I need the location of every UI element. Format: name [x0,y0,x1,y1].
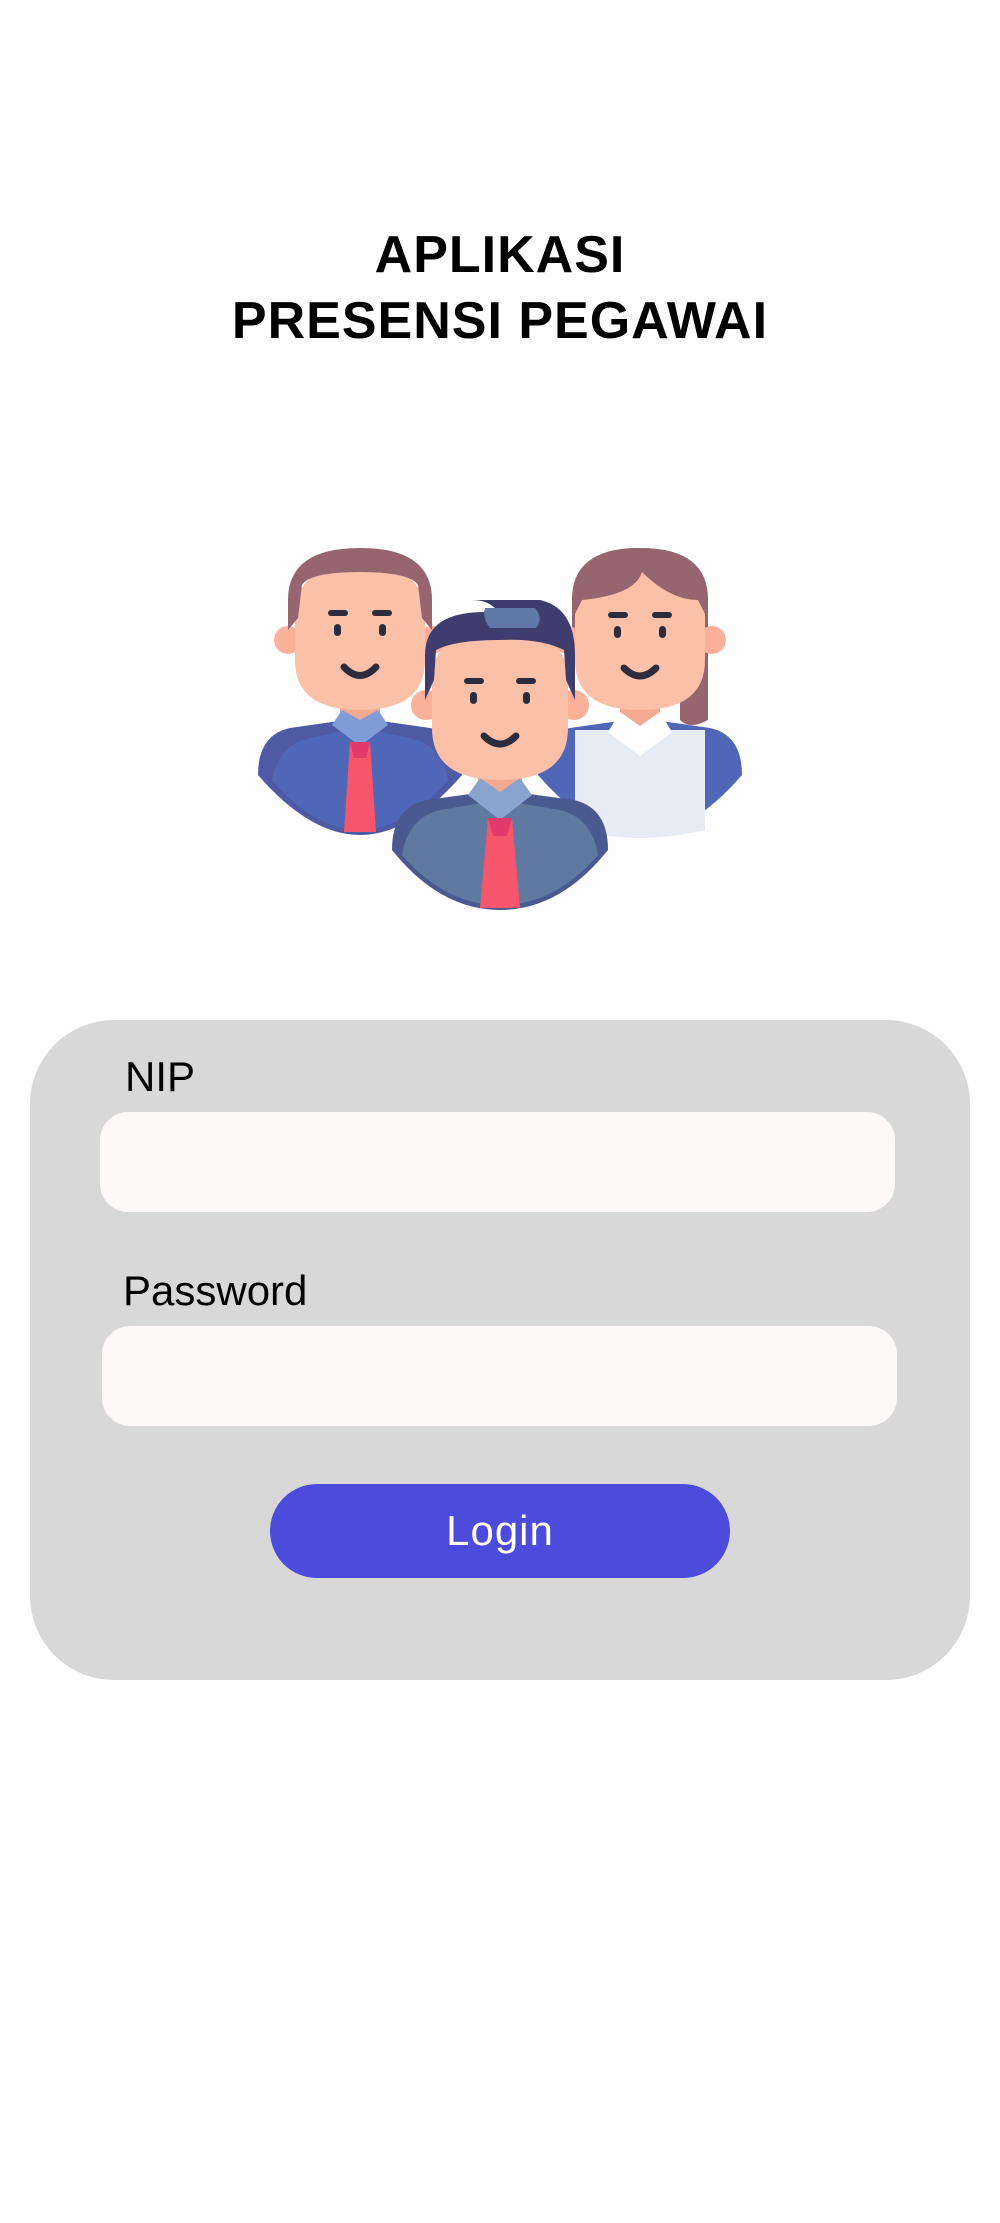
app-title-line1: APLIKASI [374,226,626,284]
nip-input[interactable] [100,1112,895,1212]
password-input[interactable] [102,1326,897,1426]
nip-label: NIP [125,1053,196,1100]
login-button[interactable]: Login [270,1484,730,1578]
app-title-line2: PRESENSI PEGAWAI [231,292,769,350]
password-label: Password [123,1267,308,1314]
employees-group-icon [258,548,742,910]
